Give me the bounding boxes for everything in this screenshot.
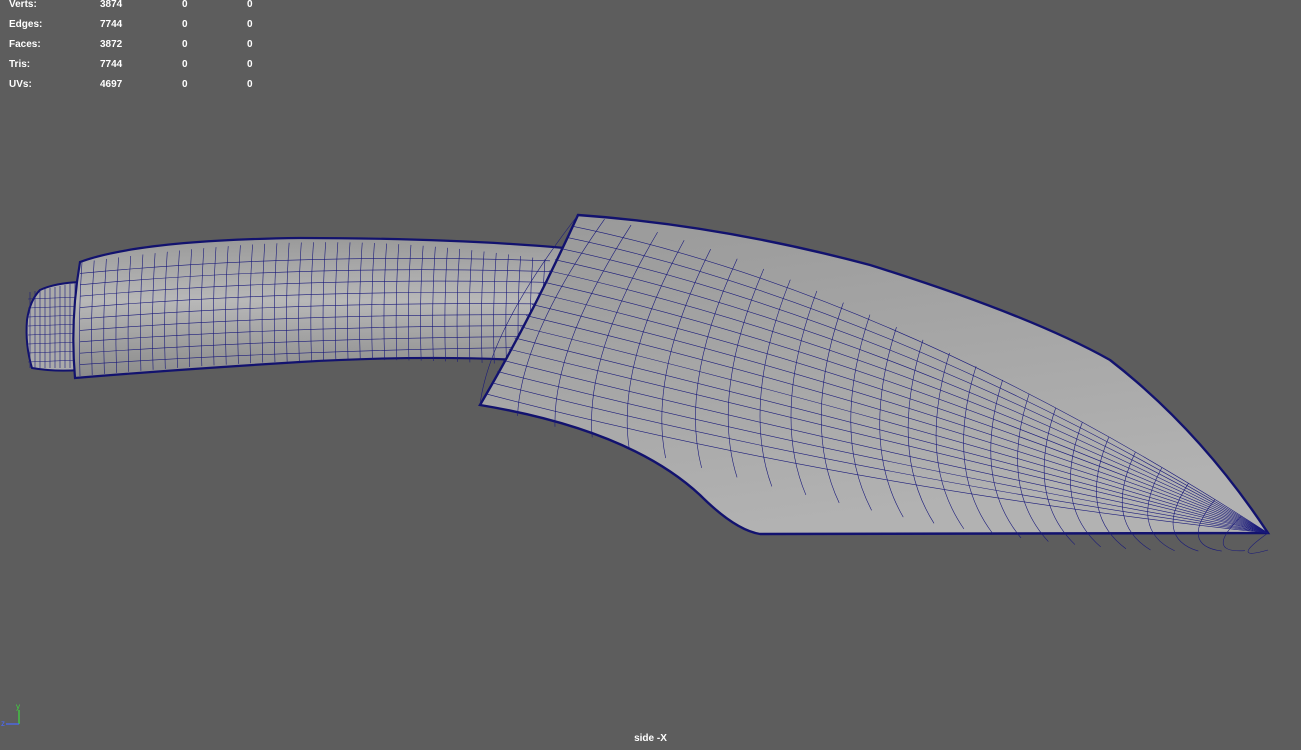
hud-row-tris: Tris: 7744 0 0 (0, 59, 270, 80)
hud-selected: 0 (182, 0, 188, 10)
handle-mesh (72, 236, 567, 380)
hud-label: UVs: (9, 79, 32, 90)
hud-total: 3874 (100, 0, 123, 10)
hud-row-uvs: UVs: 4697 0 0 (0, 79, 270, 100)
hud-selected: 0 (182, 19, 188, 30)
mesh-wireframe[interactable] (0, 0, 1301, 750)
hud-label: Edges: (9, 19, 43, 30)
hud-selected: 0 (182, 79, 188, 90)
hud-total: 7744 (100, 59, 123, 70)
hud-row-faces: Faces: 3872 0 0 (0, 39, 270, 60)
hud-label: Faces: (9, 39, 41, 50)
camera-name-label: side -X (634, 733, 667, 744)
hud-components: 0 (247, 59, 253, 70)
hud-total: 4697 (100, 79, 123, 90)
hud-selected: 0 (182, 39, 188, 50)
hud-total: 7744 (100, 19, 123, 30)
axis-gizmo-icon: y z (1, 702, 20, 728)
hud-components: 0 (247, 79, 253, 90)
hud-components: 0 (247, 0, 253, 10)
z-axis-label: z (1, 719, 5, 728)
hud-label: Verts: (9, 0, 37, 10)
pommel-mesh (25, 280, 81, 372)
blade-mesh (478, 213, 1271, 554)
hud-label: Tris: (9, 59, 31, 70)
y-axis-label: y (16, 702, 20, 711)
poly-count-hud: Verts: 3874 0 0 Edges: 7744 0 0 Faces: 3… (0, 0, 270, 100)
hud-total: 3872 (100, 39, 123, 50)
hud-components: 0 (247, 39, 253, 50)
hud-components: 0 (247, 19, 253, 30)
viewport-panel[interactable]: Verts: 3874 0 0 Edges: 7744 0 0 Faces: 3… (0, 0, 1301, 750)
hud-selected: 0 (182, 59, 188, 70)
